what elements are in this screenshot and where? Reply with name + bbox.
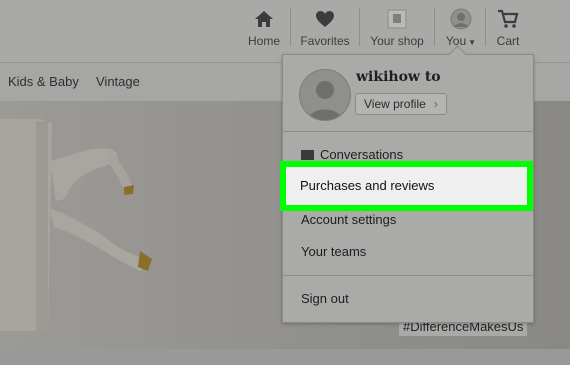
nav-your-shop[interactable]: Your shop: [368, 0, 426, 62]
nav-your-shop-label: Your shop: [370, 34, 424, 48]
nav-favorites[interactable]: Favorites: [299, 0, 351, 62]
avatar-icon: [308, 81, 342, 120]
category-vintage[interactable]: Vintage: [96, 74, 140, 89]
avatar[interactable]: [299, 69, 351, 121]
nav-divider: [290, 8, 291, 46]
nav-cart-label: Cart: [496, 34, 520, 48]
shop-icon: [387, 9, 407, 29]
chevron-down-icon: ▼: [468, 38, 477, 47]
avatar-icon: [450, 8, 472, 30]
category-kids-baby[interactable]: Kids & Baby: [8, 74, 79, 89]
menu-item-purchases-and-reviews[interactable]: Purchases and reviews: [286, 167, 527, 205]
page-bottom-strip: [0, 349, 570, 365]
envelope-icon: [301, 150, 314, 160]
view-profile-label: View profile: [364, 97, 426, 111]
menu-item-your-teams[interactable]: Your teams: [301, 244, 366, 259]
menu-item-purchases-label: Purchases and reviews: [300, 178, 435, 193]
menu-item-conversations-label: Conversations: [320, 147, 404, 162]
view-profile-button[interactable]: View profile ›: [355, 93, 447, 115]
menu-item-account-settings[interactable]: Account settings: [301, 212, 396, 227]
home-icon: [255, 11, 273, 27]
nav-divider: [434, 8, 435, 46]
nav-favorites-label: Favorites: [300, 34, 350, 48]
highlight-box: Purchases and reviews: [280, 161, 533, 211]
cart-icon: [498, 9, 519, 28]
chevron-right-icon: ›: [433, 97, 438, 111]
profile-section: wikihow to View profile ›: [283, 55, 533, 132]
nav-home-label: Home: [247, 34, 280, 48]
nav-home[interactable]: Home: [244, 0, 284, 62]
nav-divider: [485, 8, 486, 46]
menu-item-conversations[interactable]: Conversations: [301, 147, 403, 162]
nav-cart[interactable]: Cart: [493, 0, 523, 62]
menu-item-sign-out[interactable]: Sign out: [301, 291, 349, 306]
nav-you-label: You ▼: [443, 34, 479, 48]
menu-divider: [283, 275, 533, 276]
heart-icon: [316, 11, 334, 27]
username: wikihow to: [356, 69, 441, 85]
top-navigation: Home Favorites Your shop You ▼ Cart: [0, 0, 570, 62]
nav-divider: [359, 8, 360, 46]
